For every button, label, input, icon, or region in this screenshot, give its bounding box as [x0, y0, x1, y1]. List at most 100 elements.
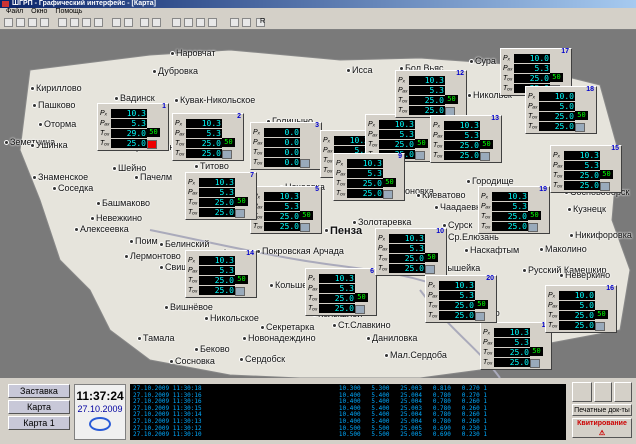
param-label: Tₒₓ	[253, 149, 263, 156]
toolbar-tool-icon[interactable]	[58, 18, 67, 27]
panel-row: Pₓ10.3	[175, 119, 243, 129]
param-value: 25.0	[439, 301, 475, 310]
town-label: Сердобск	[245, 354, 286, 364]
param-label: Pₐₓ	[253, 139, 263, 146]
town-marker	[38, 122, 43, 127]
town-marker	[164, 305, 169, 310]
status-indicator-icon	[355, 305, 365, 314]
toolbar-tool-icon[interactable]	[28, 18, 37, 27]
toolbar-tool-icon[interactable]	[94, 18, 103, 27]
station-panel[interactable]: 3 Pₓ 0.0 Pₐₓ 0.0 Tₒₓ 0.0 Tₒₓ 0.0	[250, 122, 322, 170]
town-marker	[169, 359, 174, 364]
menu-file[interactable]: Файл	[6, 8, 23, 15]
station-panel[interactable]: 7 Pₓ 10.3 Pₐₓ 5.3 Tₒₓ 25.0 Tₒₓ 25.0 50	[185, 172, 257, 220]
station-panel[interactable]: 10 Pₓ 10.3 Pₐₓ 5.3 Tₒₓ 25.0 Tₒₓ 25.0 50	[375, 228, 447, 276]
map1-button[interactable]: Карта 1	[8, 416, 70, 430]
toolbar-tool-icon[interactable]	[70, 18, 79, 27]
town-label: Ст.Славкино	[338, 320, 391, 330]
valve-state-indicator: 50	[235, 275, 248, 284]
param-value: 5.0	[539, 102, 575, 111]
toolbar-tool-icon[interactable]	[124, 18, 133, 27]
param-value: 0.0	[264, 158, 300, 167]
town-marker	[194, 164, 199, 169]
param-label: Pₐₓ	[188, 267, 198, 274]
toolbar-tool-icon[interactable]	[172, 18, 181, 27]
param-value: 25.0	[199, 286, 235, 295]
toolbar-tool-icon[interactable]	[112, 18, 121, 27]
param-label: Pₓ	[503, 55, 511, 62]
param-label: Pₐₓ	[398, 87, 408, 94]
station-panel[interactable]: 1 Pₓ 10.3 Pₐₓ 5.3 Tₒₓ 29.0 Tₒₓ 25.0 50	[97, 103, 169, 151]
town-marker	[559, 273, 564, 278]
param-label: Tₒₓ	[188, 199, 198, 206]
toolbar-tool-icon[interactable]	[152, 18, 161, 27]
toolbar-tool-icon[interactable]	[208, 18, 217, 27]
status-indicator-icon	[528, 223, 538, 232]
status-indicator-icon	[300, 159, 310, 168]
alert-icon: ⚠	[598, 430, 606, 437]
panel-row: Pₓ10.3	[253, 192, 321, 202]
panel-row: Pₓ10.3	[481, 192, 549, 202]
station-panel[interactable]: 2 Pₓ 10.3 Pₐₓ 5.3 Tₒₓ 25.0 Tₒₓ 25.0 50	[172, 113, 244, 161]
station-panel[interactable]: 20 Pₓ 10.3 Pₐₓ 5.3 Tₒₓ 25.0 Tₒₓ 25.0 50	[425, 275, 497, 323]
town-label: Никольское	[210, 313, 259, 323]
town-marker	[32, 103, 37, 108]
town-marker	[242, 336, 247, 341]
param-label: Pₓ	[308, 275, 316, 282]
title-bar: ШГРП - Графический интерфейс - [Карта]	[0, 0, 636, 8]
map-button[interactable]: Карта	[8, 400, 70, 414]
print-icon[interactable]	[594, 382, 612, 402]
station-panel[interactable]: 13 Pₓ 10.3 Pₐₓ 5.3 Tₒₓ 25.0 Tₒₓ 25.0 50	[430, 115, 502, 163]
menu-window[interactable]: Окно	[31, 8, 47, 15]
panel-row: Tₒₓ25.0	[100, 139, 168, 149]
param-label: Pₓ	[175, 120, 183, 127]
toolbar-tool-icon[interactable]	[40, 18, 49, 27]
toolbar-tool-icon[interactable]	[4, 18, 13, 27]
station-panel[interactable]: 18 Pₓ 10.0 Pₐₓ 5.0 Tₒₓ 25.0 Tₒₓ 25.0 50	[525, 86, 597, 134]
toolbar-tool-icon[interactable]	[16, 18, 25, 27]
station-panel[interactable]: 16 Pₓ 10.0 Pₐₓ 5.0 Tₒₓ 25.0 Tₒₓ 25.0 50	[545, 285, 617, 333]
print-docs-button[interactable]: Печатные док-ты	[572, 404, 632, 416]
town-marker	[522, 268, 527, 273]
param-value: 5.3	[111, 119, 147, 128]
station-panel[interactable]: 6 Pₓ 10.3 Pₐₓ 5.3 Tₒₓ 25.0 Tₒₓ 25.0 50	[305, 268, 377, 316]
station-panel[interactable]: 15 Pₓ 10.3 Pₐₓ 5.3 Tₒₓ 25.0 Tₒₓ 25.0 50	[550, 145, 622, 193]
toolbar-tool-icon[interactable]	[140, 18, 149, 27]
station-panel[interactable]: 12 Pₓ 10.3 Pₐₓ 5.3 Tₒₓ 25.0 Tₒₓ 25.0 50	[395, 70, 467, 118]
town-label: Титово	[200, 161, 229, 171]
town-label: Кириллово	[36, 83, 82, 93]
valve-state-indicator: 50	[475, 300, 488, 309]
station-panel[interactable]: 19 Pₓ 10.3 Pₐₓ 5.3 Tₒₓ 25.0 Tₒₓ 25.0 50	[478, 186, 550, 234]
toolbar-tool-icon[interactable]	[230, 18, 239, 27]
alarm-indicator-icon	[147, 140, 157, 149]
station-panel[interactable]: 9 Pₓ 10.3 Pₐₓ 5.3 Tₒₓ 25.0 Tₒₓ 25.0 50	[333, 153, 405, 201]
param-value: 5.3	[494, 338, 530, 347]
town-marker	[112, 166, 117, 171]
param-label: Tₒₓ	[503, 85, 513, 92]
town-label: Сура	[475, 56, 496, 66]
param-label: Tₒₓ	[503, 75, 513, 82]
report-icon[interactable]	[572, 382, 592, 402]
toolbar-tool-icon[interactable]	[196, 18, 205, 27]
status-indicator-icon	[222, 150, 232, 159]
splash-button[interactable]: Заставка	[8, 384, 70, 398]
town-label: Белинский	[165, 239, 210, 249]
station-panel[interactable]: 5Pₓ10.3Pₐₓ5.3Tₒₓ25.0Tₒₓ25.050	[250, 186, 322, 234]
docs-icon[interactable]	[614, 382, 632, 402]
town-label: Наскафтым	[470, 245, 520, 255]
param-label: Tₒₓ	[483, 349, 493, 356]
event-log[interactable]: 27.10.2009 11:30:18 10.300 5.300 25.003 …	[130, 384, 566, 440]
toolbar-r-label[interactable]: R	[258, 18, 267, 27]
toolbar-tool-icon[interactable]	[184, 18, 193, 27]
town-label: Неверкино	[565, 270, 611, 280]
toolbar-tool-icon[interactable]	[82, 18, 91, 27]
toolbar-tool-icon[interactable]	[242, 18, 251, 27]
menu-help[interactable]: Помощь	[55, 8, 82, 15]
panel-row: Pₐₓ 0.0	[253, 138, 321, 148]
param-value: 25.0	[347, 179, 383, 188]
param-value: 0.0	[264, 128, 300, 137]
acknowledge-button[interactable]: Квитирование ⚠	[572, 418, 632, 438]
station-panel[interactable]: 14 Pₓ 10.3 Pₐₓ 5.3 Tₒₓ 25.0 Tₒₓ 25.0 50	[185, 250, 257, 298]
station-panel[interactable]: 11Pₓ10.3Pₐₓ5.3Tₒₓ25.0Tₒₓ25.050	[480, 322, 552, 370]
map-view[interactable]: Наровчат Дубровка Кириллово Пашково Вадинск К…	[0, 30, 636, 378]
